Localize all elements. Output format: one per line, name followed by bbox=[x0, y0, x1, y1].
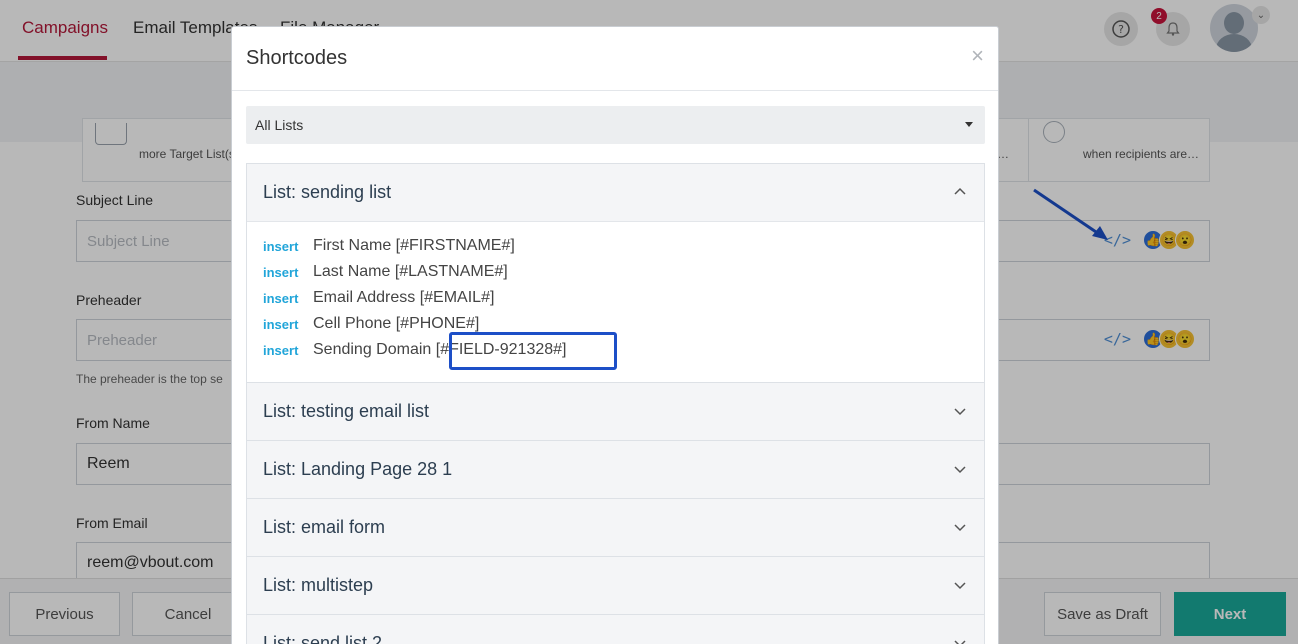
list-item-multistep: List: multistep bbox=[246, 556, 985, 615]
accordion-header[interactable]: List: email form bbox=[247, 499, 984, 556]
list-item-email-form: List: email form bbox=[246, 498, 985, 557]
list-item-send-list-2: List: send list 2 bbox=[246, 614, 985, 644]
modal-header: Shortcodes × bbox=[232, 27, 998, 91]
insert-link[interactable]: insert bbox=[263, 343, 313, 358]
highlight-annotation bbox=[449, 332, 617, 370]
accordion-header[interactable]: List: multistep bbox=[247, 557, 984, 614]
accordion-header[interactable]: List: Landing Page 28 1 bbox=[247, 441, 984, 498]
shortcode-label: Last Name [#LASTNAME#] bbox=[313, 263, 508, 280]
chevron-down-icon bbox=[954, 408, 966, 416]
list-filter-value: All Lists bbox=[255, 117, 304, 133]
insert-link[interactable]: insert bbox=[263, 317, 313, 332]
caret-down-icon bbox=[965, 122, 973, 127]
list-title: List: testing email list bbox=[263, 401, 430, 421]
shortcodes-modal: Shortcodes × All Lists List: sending lis… bbox=[231, 26, 999, 644]
list-title: List: sending list bbox=[263, 182, 392, 202]
insert-link[interactable]: insert bbox=[263, 239, 313, 254]
accordion-header[interactable]: List: send list 2 bbox=[247, 615, 984, 644]
list-title: List: multistep bbox=[263, 575, 374, 595]
accordion-body: insert First Name [#FIRSTNAME#] insert L… bbox=[247, 221, 984, 382]
accordion-header[interactable]: List: sending list bbox=[247, 164, 984, 221]
accordion-header[interactable]: List: testing email list bbox=[247, 383, 984, 440]
chevron-down-icon bbox=[954, 640, 966, 644]
shortcode-row: insert First Name [#FIRSTNAME#] bbox=[263, 235, 515, 257]
chevron-down-icon bbox=[954, 524, 966, 532]
chevron-down-icon bbox=[954, 466, 966, 474]
shortcode-row: insert Cell Phone [#PHONE#] bbox=[263, 313, 479, 335]
lists-accordion: List: sending list insert First Name [#F… bbox=[246, 163, 985, 644]
shortcode-label: First Name [#FIRSTNAME#] bbox=[313, 237, 515, 254]
chevron-up-icon bbox=[954, 187, 966, 195]
close-icon[interactable]: × bbox=[971, 45, 984, 67]
shortcode-row: insert Last Name [#LASTNAME#] bbox=[263, 261, 508, 283]
chevron-down-icon bbox=[954, 582, 966, 590]
shortcode-row: insert Email Address [#EMAIL#] bbox=[263, 287, 494, 309]
list-title: List: email form bbox=[263, 517, 386, 537]
list-filter-select[interactable]: All Lists bbox=[246, 106, 985, 144]
modal-title: Shortcodes bbox=[246, 47, 348, 69]
list-item-landing-page: List: Landing Page 28 1 bbox=[246, 440, 985, 499]
shortcode-label: Email Address [#EMAIL#] bbox=[313, 289, 495, 306]
list-title: List: Landing Page 28 1 bbox=[263, 459, 453, 479]
insert-link[interactable]: insert bbox=[263, 291, 313, 306]
list-title: List: send list 2 bbox=[263, 633, 383, 644]
list-item-sending-list: List: sending list insert First Name [#F… bbox=[246, 163, 985, 383]
shortcode-label: Cell Phone [#PHONE#] bbox=[313, 315, 480, 332]
insert-link[interactable]: insert bbox=[263, 265, 313, 280]
list-item-testing-email-list: List: testing email list bbox=[246, 382, 985, 441]
